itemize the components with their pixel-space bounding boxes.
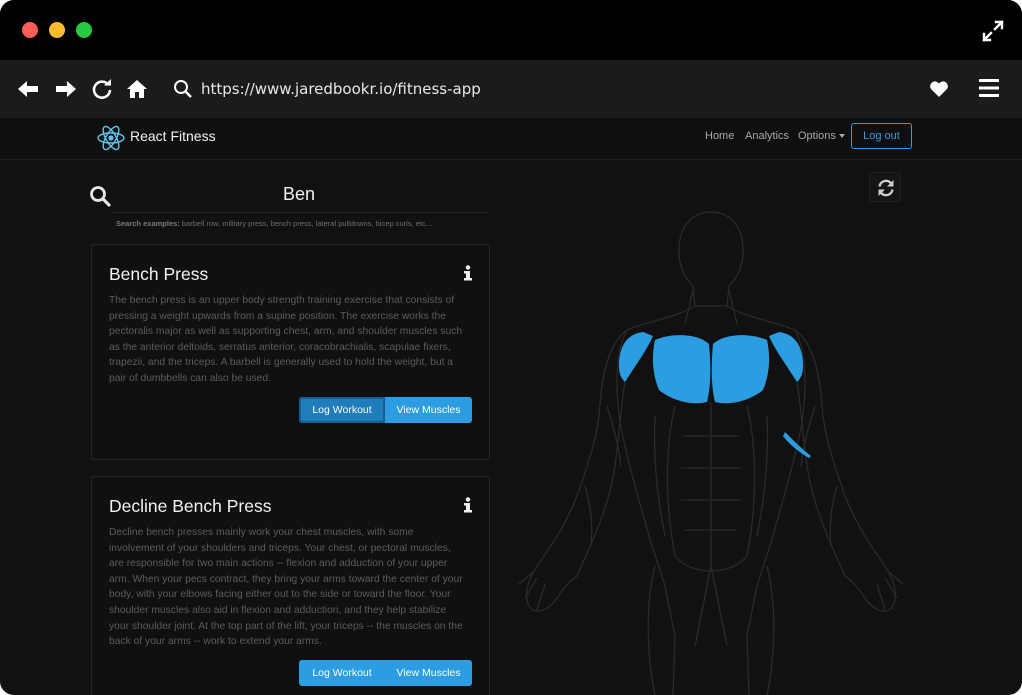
view-muscles-button[interactable]: View Muscles: [385, 397, 472, 423]
exercise-title: Decline Bench Press: [109, 496, 272, 516]
exercise-card: Decline Bench Press Decline bench presse…: [91, 476, 490, 695]
title-bar: [0, 0, 1022, 60]
info-icon[interactable]: [462, 497, 474, 513]
nav-analytics-link[interactable]: Analytics: [745, 130, 789, 142]
nav-options-dropdown[interactable]: Options: [798, 130, 845, 142]
close-window-button[interactable]: [22, 22, 38, 38]
view-muscles-button[interactable]: View Muscles: [385, 660, 472, 686]
exercise-actions: Log Workout View Muscles: [299, 397, 472, 423]
muscle-body-diagram: [518, 211, 904, 695]
exercise-description: The bench press is an upper body strengt…: [109, 295, 463, 384]
refresh-icon: [878, 179, 894, 197]
search-hint-label: Search examples:: [116, 219, 180, 228]
nav-options-label: Options: [798, 130, 836, 142]
search-hint: Search examples: barbell row, military p…: [116, 219, 432, 228]
browser-window: https://www.jaredbookr.io/fitness-app Re…: [0, 0, 1022, 695]
react-atom-icon[interactable]: [96, 123, 126, 153]
browser-toolbar: https://www.jaredbookr.io/fitness-app: [0, 60, 1022, 118]
address-bar-url[interactable]: https://www.jaredbookr.io/fitness-app: [201, 79, 481, 99]
arrow-left-icon[interactable]: [16, 77, 40, 101]
exercise-description: Decline bench presses mainly work your c…: [109, 527, 463, 648]
expand-icon[interactable]: [980, 18, 1006, 44]
search-hint-examples: barbell row, military press, bench press…: [181, 219, 432, 228]
caret-down-icon: [838, 134, 845, 139]
logout-button[interactable]: Log out: [851, 123, 912, 149]
search-icon: [89, 185, 111, 207]
info-icon[interactable]: [462, 265, 474, 281]
hamburger-icon[interactable]: [977, 76, 1001, 100]
reload-icon[interactable]: [90, 77, 114, 101]
highlighted-muscles: [619, 332, 811, 458]
brand-name[interactable]: React Fitness: [130, 128, 216, 144]
home-icon[interactable]: [125, 77, 149, 101]
heart-icon[interactable]: [928, 78, 950, 100]
minimize-window-button[interactable]: [49, 22, 65, 38]
address-search-icon: [172, 78, 194, 100]
body-outline: [518, 211, 904, 695]
log-workout-button[interactable]: Log Workout: [299, 397, 385, 423]
exercise-actions: Log Workout View Muscles: [299, 660, 472, 686]
refresh-button[interactable]: [869, 172, 901, 202]
zoom-window-button[interactable]: [76, 22, 92, 38]
exercise-search-input[interactable]: Ben: [283, 184, 315, 205]
exercise-card: Bench Press The bench press is an upper …: [91, 244, 490, 460]
log-workout-button[interactable]: Log Workout: [299, 660, 385, 686]
exercise-title: Bench Press: [109, 264, 209, 284]
app-navbar: React Fitness Home Analytics Options Log…: [0, 118, 1022, 160]
main-content: Ben Search examples: barbell row, milita…: [0, 160, 1022, 695]
nav-home-link[interactable]: Home: [705, 130, 734, 142]
arrow-right-icon[interactable]: [54, 77, 78, 101]
search-underline: [112, 212, 488, 213]
